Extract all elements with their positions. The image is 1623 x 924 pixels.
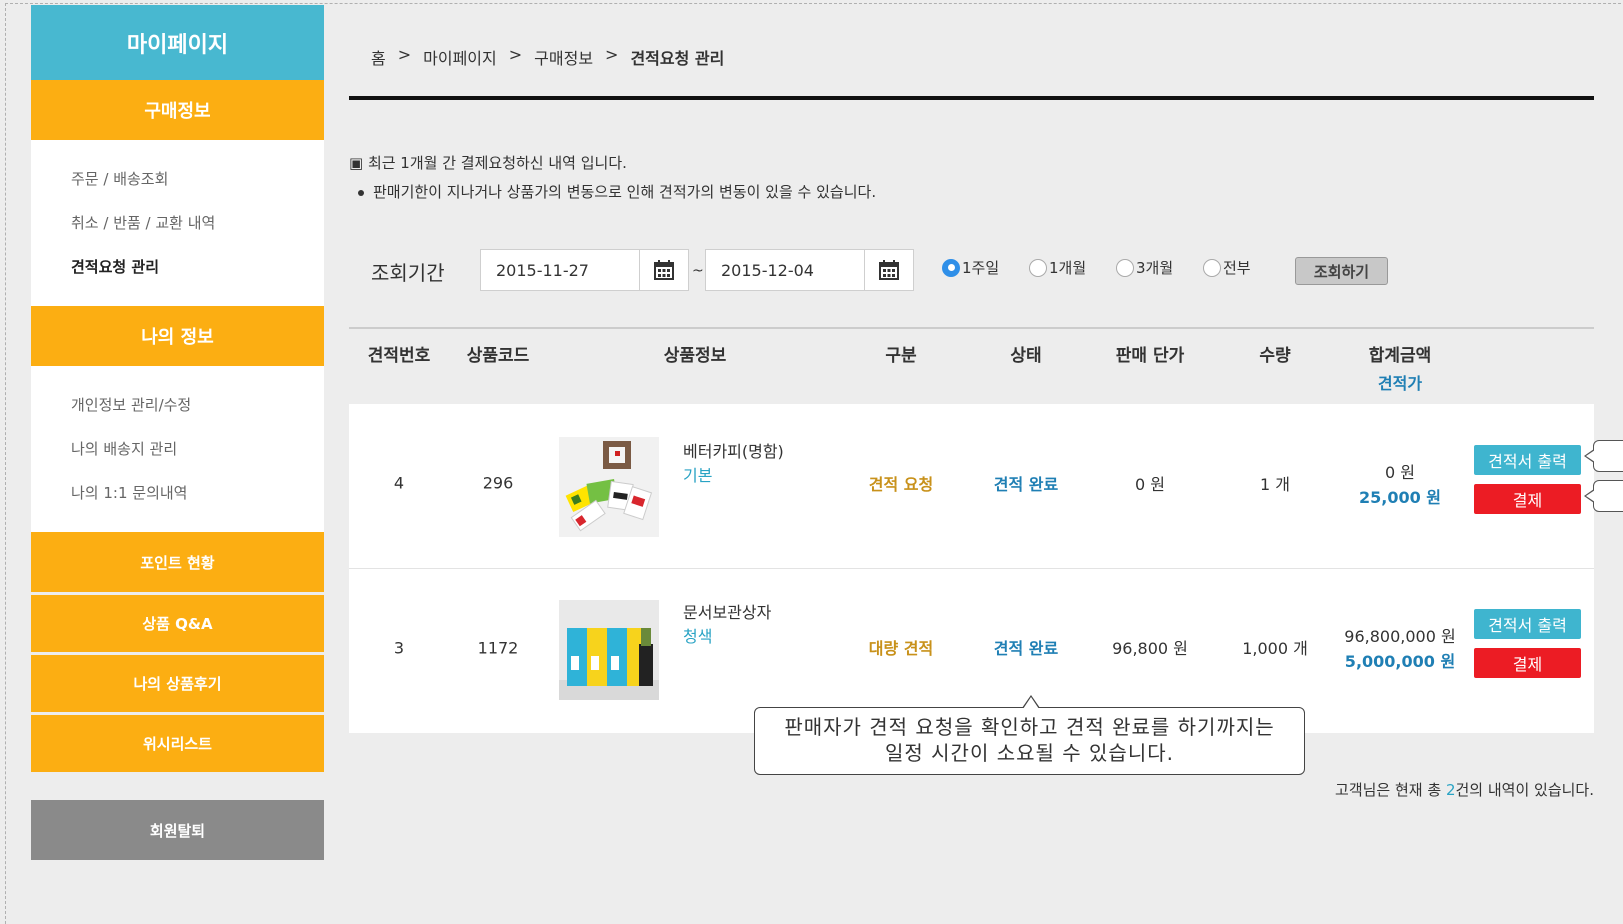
- period-radio-all[interactable]: 전부: [1203, 257, 1251, 278]
- side-callout: [1584, 440, 1623, 472]
- sidebar-item-orders[interactable]: 주문 / 배송조회: [71, 156, 324, 200]
- pay-button[interactable]: 결제: [1474, 484, 1581, 514]
- cell-quote-price: 5,000,000 원: [1344, 652, 1456, 671]
- breadcrumb-mypage[interactable]: 마이페이지: [423, 45, 497, 69]
- sidebar-item-inquiries[interactable]: 나의 1:1 문의내역: [71, 470, 324, 514]
- radio-unchecked-icon[interactable]: [1203, 258, 1221, 277]
- cell-quantity: 1,000 개: [1242, 639, 1308, 658]
- radio-unchecked-icon[interactable]: [1116, 258, 1134, 277]
- table-row: 4 296 베터카피(명함) 기본 견적 요청 견적 완료 0 원 1 개 0 …: [349, 404, 1594, 569]
- th-quantity: 수량: [1259, 346, 1291, 366]
- radio-checked-icon[interactable]: [942, 258, 960, 277]
- date-range-tilde: ~: [692, 263, 704, 279]
- table-header: 견적번호 상품코드 상품정보 구분 상태 판매 단가 수량 합계금액 견적가: [349, 327, 1594, 402]
- start-date-value[interactable]: 2015-11-27: [481, 261, 639, 280]
- sidebar-item-profile[interactable]: 개인정보 관리/수정: [71, 382, 324, 426]
- end-date-field[interactable]: 2015-12-04: [705, 249, 914, 291]
- sidebar-item-addresses[interactable]: 나의 배송지 관리: [71, 426, 324, 470]
- period-radio-3months[interactable]: 3개월: [1116, 257, 1173, 278]
- sidebar-reviews-button[interactable]: 나의 상품후기: [31, 652, 324, 712]
- cell-product-code: 1172: [477, 638, 519, 658]
- sidebar-purchase-list: 주문 / 배송조회 취소 / 반품 / 교환 내역 견적요청 관리: [31, 140, 324, 306]
- cell-total: 0 원: [1385, 463, 1415, 482]
- calendar-icon[interactable]: [639, 250, 688, 290]
- search-button[interactable]: 조회하기: [1295, 257, 1388, 285]
- period-radio-label: 1주일: [962, 259, 1000, 277]
- radio-unchecked-icon[interactable]: [1029, 258, 1047, 277]
- cell-unit-price: 96,800 원: [1112, 639, 1188, 658]
- cell-quantity: 1 개: [1260, 475, 1290, 494]
- cell-quote-no: 3: [393, 638, 405, 658]
- th-quote-no: 견적번호: [367, 346, 431, 366]
- cell-total: 96,800,000 원: [1344, 627, 1456, 646]
- th-total: 합계금액 견적가: [1369, 341, 1432, 394]
- tooltip-line: 판매자가 견적 요청을 확인하고 견적 완료를 하기까지는: [784, 715, 1275, 739]
- summary-prefix: 고객님은 현재 총: [1335, 781, 1446, 799]
- sidebar-qna-button[interactable]: 상품 Q&A: [31, 592, 324, 652]
- sidebar-section-purchase[interactable]: 구매정보: [31, 80, 324, 140]
- summary-suffix: 건의 내역이 있습니다.: [1455, 781, 1594, 799]
- sidebar: 마이페이지 구매정보 주문 / 배송조회 취소 / 반품 / 교환 내역 견적요…: [31, 5, 324, 860]
- cell-quote-price: 25,000 원: [1358, 488, 1442, 507]
- sidebar-withdraw-button[interactable]: 회원탈퇴: [31, 800, 324, 860]
- sidebar-myinfo-list: 개인정보 관리/수정 나의 배송지 관리 나의 1:1 문의내역: [31, 366, 324, 532]
- sidebar-title[interactable]: 마이페이지: [31, 5, 324, 80]
- th-total-label: 합계금액: [1368, 346, 1432, 366]
- th-type: 구분: [885, 346, 917, 366]
- result-summary: 고객님은 현재 총 2건의 내역이 있습니다.: [1335, 779, 1594, 800]
- breadcrumb-separator: >: [397, 45, 412, 64]
- breadcrumb-separator: >: [508, 45, 523, 64]
- sidebar-item-quote-requests[interactable]: 견적요청 관리: [71, 244, 324, 288]
- cell-quote-no: 4: [393, 473, 405, 493]
- product-image-storage-box[interactable]: [559, 600, 659, 700]
- product-name[interactable]: 문서보관상자: [683, 599, 771, 623]
- product-image-business-card[interactable]: [559, 437, 659, 537]
- sidebar-wishlist-button[interactable]: 위시리스트: [31, 712, 324, 772]
- print-quote-button[interactable]: 견적서 출력: [1474, 445, 1581, 475]
- cell-status: 견적 완료: [993, 475, 1059, 494]
- notice-recent: ▣ 최근 1개월 간 결제요청하신 내역 입니다.: [349, 154, 627, 172]
- breadcrumb: 홈 > 마이페이지 > 구매정보 > 견적요청 관리: [371, 45, 724, 69]
- calendar-icon[interactable]: [864, 250, 913, 290]
- start-date-field[interactable]: 2015-11-27: [480, 249, 689, 291]
- breadcrumb-purchase[interactable]: 구매정보: [534, 45, 593, 69]
- breadcrumb-home[interactable]: 홈: [371, 45, 386, 69]
- th-quote-price-label: 견적가: [1377, 374, 1423, 393]
- th-status: 상태: [1010, 346, 1042, 366]
- bullet-icon: [358, 189, 364, 196]
- product-option: 청색: [683, 627, 713, 646]
- th-product-info: 상품정보: [663, 346, 727, 366]
- sidebar-item-returns[interactable]: 취소 / 반품 / 교환 내역: [71, 200, 324, 244]
- product-option: 기본: [683, 466, 713, 485]
- period-radio-1week[interactable]: 1주일: [942, 257, 999, 278]
- product-name[interactable]: 베터카피(명함): [683, 438, 784, 462]
- period-radio-label: 3개월: [1136, 259, 1174, 277]
- cell-unit-price: 0 원: [1135, 475, 1165, 494]
- cell-status: 견적 완료: [993, 639, 1059, 658]
- side-callout: [1584, 480, 1623, 512]
- period-radio-label: 1개월: [1049, 259, 1087, 277]
- notice-price-change: 판매기한이 지나거나 상품가의 변동으로 인해 견적가의 변동이 있을 수 있습…: [358, 181, 876, 202]
- sidebar-section-my-info[interactable]: 나의 정보: [31, 306, 324, 366]
- status-tooltip: 판매자가 견적 요청을 확인하고 견적 완료를 하기까지는 일정 시간이 소요될…: [754, 695, 1305, 775]
- period-radio-label: 전부: [1223, 259, 1251, 277]
- breadcrumb-separator: >: [605, 45, 619, 64]
- period-radio-1month[interactable]: 1개월: [1029, 257, 1086, 278]
- notice-price-change-text: 판매기한이 지나거나 상품가의 변동으로 인해 견적가의 변동이 있을 수 있습…: [373, 183, 877, 201]
- cell-type: 대량 견적: [868, 639, 934, 658]
- pay-button[interactable]: 결제: [1474, 648, 1581, 678]
- sidebar-points-button[interactable]: 포인트 현황: [31, 532, 324, 592]
- breadcrumb-current: 견적요청 관리: [630, 49, 725, 68]
- th-unit-price: 판매 단가: [1115, 346, 1185, 366]
- tooltip-line: 일정 시간이 소요될 수 있습니다.: [885, 741, 1174, 765]
- th-product-code: 상품코드: [466, 346, 530, 366]
- end-date-value[interactable]: 2015-12-04: [706, 261, 864, 280]
- cell-type: 견적 요청: [868, 475, 934, 494]
- cell-product-code: 296: [482, 473, 514, 493]
- period-label: 조회기간: [371, 261, 445, 285]
- print-quote-button[interactable]: 견적서 출력: [1474, 609, 1581, 639]
- title-divider: [349, 96, 1594, 100]
